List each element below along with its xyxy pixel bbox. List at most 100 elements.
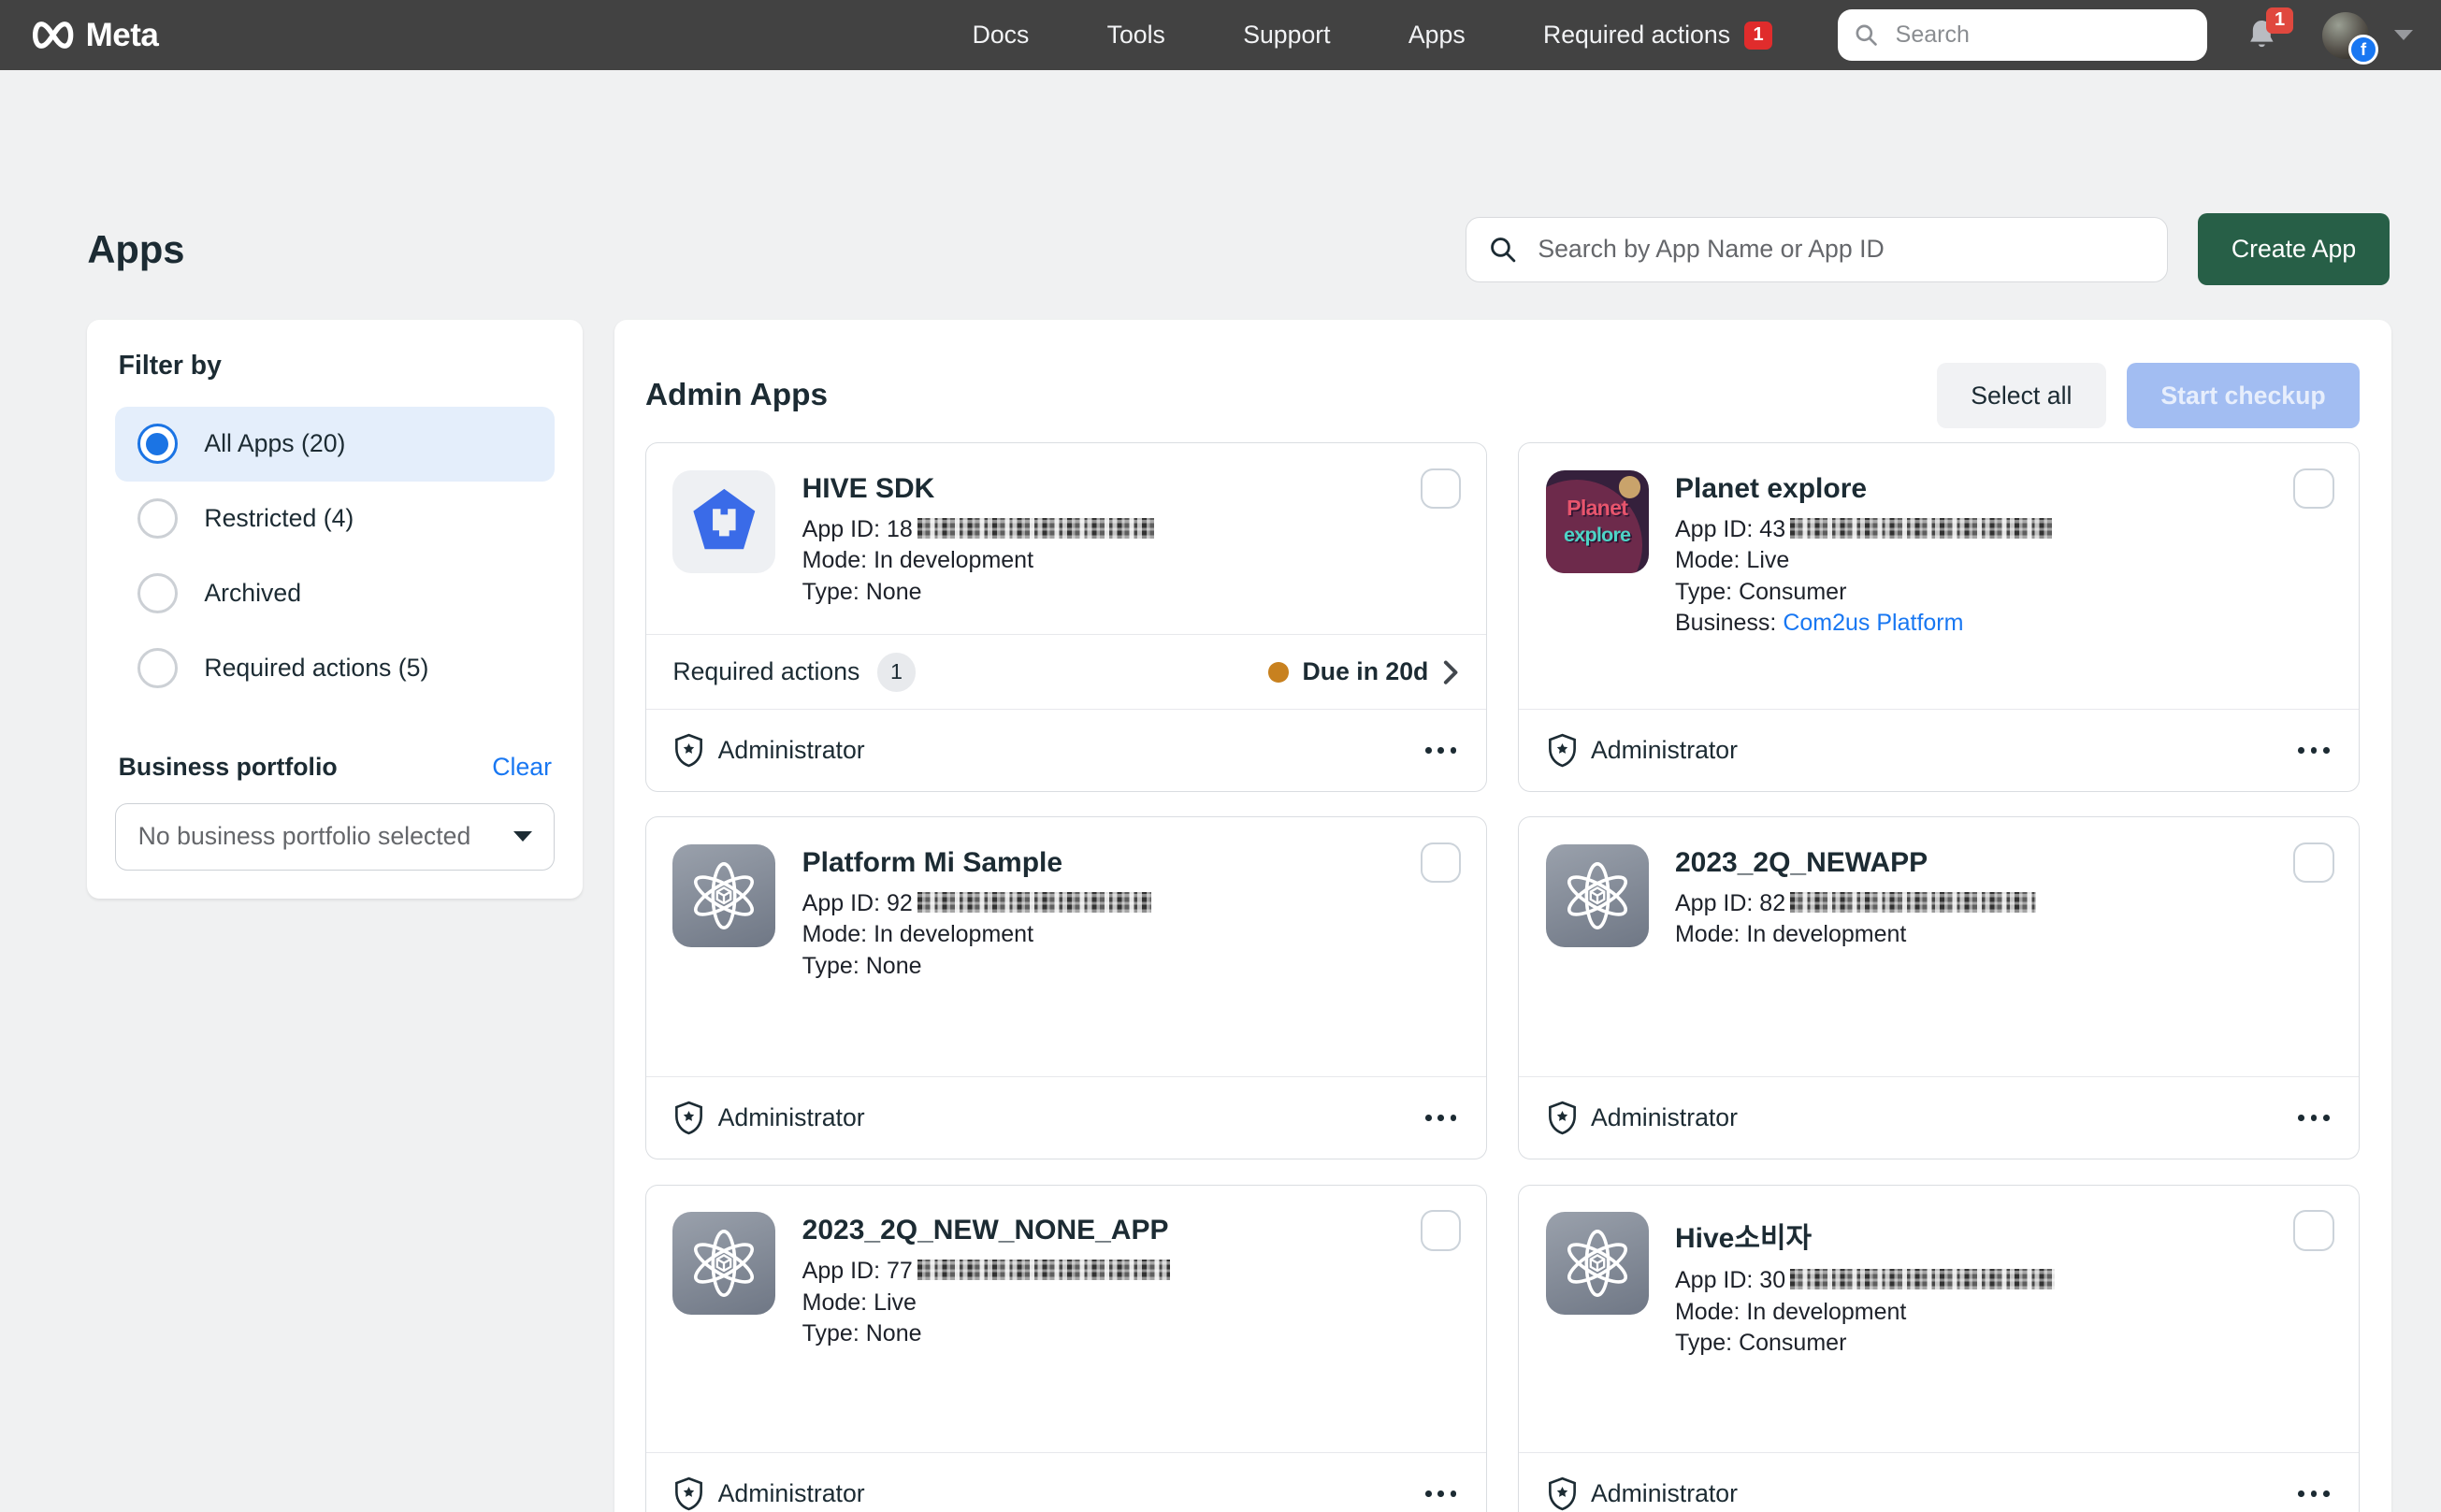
business-label: Business: xyxy=(1675,610,1783,636)
app-id-prefix: App ID: 18 xyxy=(802,516,913,542)
due-status-dot xyxy=(1268,662,1289,683)
default-app-icon xyxy=(1546,1212,1649,1315)
select-all-button[interactable]: Select all xyxy=(1937,363,2106,428)
radio-selected-icon xyxy=(137,424,178,464)
global-search[interactable] xyxy=(1838,9,2207,61)
app-search-input[interactable] xyxy=(1535,234,2145,266)
admin-shield-icon xyxy=(1546,1100,1579,1135)
required-actions-row[interactable]: Required actions 1 Due in 20d xyxy=(646,634,1486,710)
nav-item-tools[interactable]: Tools xyxy=(1107,21,1165,50)
app-info: 2023_2Q_NEWAPP App ID: 82 Mode: In devel… xyxy=(1675,844,2036,951)
card-top: Planet explore Planet explore App ID: 43… xyxy=(1519,443,2359,665)
more-options-button[interactable] xyxy=(1423,741,1460,759)
more-options-button[interactable] xyxy=(1423,1109,1460,1128)
filter-option-restricted[interactable]: Restricted (4) xyxy=(115,482,555,556)
app-info: HIVE SDK App ID: 18 Mode: In development… xyxy=(802,470,1154,608)
redacted-app-id xyxy=(1790,892,2036,913)
redacted-app-id xyxy=(917,892,1151,913)
app-mode-line: Mode: In development xyxy=(802,919,1151,950)
app-card-platform-mi-sample: Platform Mi Sample App ID: 92 Mode: In d… xyxy=(645,816,1487,1159)
card-footer: Administrator xyxy=(1519,709,2359,791)
app-name: Hive소비자 xyxy=(1675,1215,2055,1256)
app-info: Hive소비자 App ID: 30 Mode: In development … xyxy=(1675,1212,2055,1359)
app-select-checkbox[interactable] xyxy=(2293,1210,2333,1250)
app-type-line: Type: None xyxy=(802,1318,1170,1349)
top-nav: Meta Docs Tools Support Apps Required ac… xyxy=(0,0,2441,70)
role-label: Administrator xyxy=(1591,1103,1738,1132)
nav-item-apps[interactable]: Apps xyxy=(1408,21,1466,50)
meta-infinity-icon xyxy=(28,19,78,51)
card-top: 2023_2Q_NEW_NONE_APP App ID: 77 Mode: Li… xyxy=(646,1186,1486,1376)
search-icon xyxy=(1854,22,1879,48)
app-search[interactable] xyxy=(1466,217,2169,282)
default-app-icon xyxy=(672,1212,775,1315)
app-id-prefix: App ID: 92 xyxy=(802,890,913,916)
app-card-2023-2q-newapp: 2023_2Q_NEWAPP App ID: 82 Mode: In devel… xyxy=(1518,816,2360,1159)
filter-option-required-actions[interactable]: Required actions (5) xyxy=(115,631,555,706)
due-status: Due in 20d xyxy=(1268,657,1460,686)
radio-icon xyxy=(137,648,178,688)
more-options-button[interactable] xyxy=(1423,1484,1460,1503)
app-select-checkbox[interactable] xyxy=(2293,468,2333,509)
chevron-down-icon xyxy=(513,831,532,842)
filter-option-label: All Apps (20) xyxy=(204,429,345,458)
more-options-button[interactable] xyxy=(2295,1109,2333,1128)
app-select-checkbox[interactable] xyxy=(1421,842,1461,883)
app-mode-line: Mode: In development xyxy=(1675,919,2036,950)
app-id-line: App ID: 77 xyxy=(802,1256,1170,1287)
admin-apps-title: Admin Apps xyxy=(645,378,828,413)
admin-shield-icon xyxy=(672,1100,705,1135)
business-portfolio-select[interactable]: No business portfolio selected xyxy=(115,803,555,871)
filter-option-all-apps[interactable]: All Apps (20) xyxy=(115,407,555,482)
app-card-hive-sdk: HIVE SDK App ID: 18 Mode: In development… xyxy=(645,442,1487,791)
nav-links: Docs Tools Support Apps Required actions… xyxy=(973,21,1772,50)
profile-caret-icon[interactable] xyxy=(2394,30,2413,40)
brand-text: Meta xyxy=(86,17,159,54)
app-select-checkbox[interactable] xyxy=(1421,1210,1461,1250)
admin-shield-icon xyxy=(672,1476,705,1511)
card-footer: Administrator xyxy=(646,1452,1486,1512)
more-options-button[interactable] xyxy=(2295,1484,2333,1503)
due-text: Due in 20d xyxy=(1303,657,1429,686)
app-name: Platform Mi Sample xyxy=(802,847,1151,879)
nav-item-support[interactable]: Support xyxy=(1243,21,1330,50)
redacted-app-id xyxy=(917,1260,1170,1280)
planet-art-text1: Planet xyxy=(1567,496,1627,521)
start-checkup-button[interactable]: Start checkup xyxy=(2127,363,2361,428)
app-mode-line: Mode: In development xyxy=(1675,1297,2055,1328)
profile-menu[interactable]: f xyxy=(2322,12,2369,59)
app-id-prefix: App ID: 30 xyxy=(1675,1267,1785,1293)
create-app-button[interactable]: Create App xyxy=(2198,213,2390,285)
default-app-icon xyxy=(672,844,775,947)
required-actions-label: Required actions xyxy=(1543,21,1730,50)
global-search-input[interactable] xyxy=(1892,20,2191,50)
filter-option-archived[interactable]: Archived xyxy=(115,556,555,631)
nav-item-docs[interactable]: Docs xyxy=(973,21,1030,50)
notifications-button[interactable]: 1 xyxy=(2245,17,2279,54)
role-label: Administrator xyxy=(718,1103,865,1132)
app-id-prefix: App ID: 43 xyxy=(1675,516,1785,542)
meta-logo[interactable]: Meta xyxy=(28,17,158,54)
admin-apps-header: Admin Apps Select all Start checkup xyxy=(614,320,2391,429)
nav-item-required-actions[interactable]: Required actions 1 xyxy=(1543,21,1772,50)
planet-art-text2: explore xyxy=(1564,523,1630,547)
more-options-button[interactable] xyxy=(2295,741,2333,759)
role-label: Administrator xyxy=(1591,736,1738,765)
card-top: HIVE SDK App ID: 18 Mode: In development… xyxy=(646,443,1486,634)
app-info: Platform Mi Sample App ID: 92 Mode: In d… xyxy=(802,844,1151,982)
admin-actions: Select all Start checkup xyxy=(1937,363,2361,428)
admin-shield-icon xyxy=(1546,732,1579,768)
apps-grid: HIVE SDK App ID: 18 Mode: In development… xyxy=(614,442,2391,1511)
app-mode-line: Mode: Live xyxy=(1675,545,2052,576)
card-footer: Administrator xyxy=(1519,1452,2359,1512)
business-link[interactable]: Com2us Platform xyxy=(1783,610,1963,636)
app-name: Planet explore xyxy=(1675,473,2052,505)
app-select-checkbox[interactable] xyxy=(1421,468,1461,509)
card-top: Platform Mi Sample App ID: 92 Mode: In d… xyxy=(646,817,1486,1008)
app-select-checkbox[interactable] xyxy=(2293,842,2333,883)
app-card-hive-consumer: Hive소비자 App ID: 30 Mode: In development … xyxy=(1518,1185,2360,1512)
clear-link[interactable]: Clear xyxy=(492,753,552,782)
filter-title: Filter by xyxy=(119,351,556,382)
chevron-right-icon xyxy=(1442,659,1459,685)
role-label: Administrator xyxy=(718,1479,865,1508)
